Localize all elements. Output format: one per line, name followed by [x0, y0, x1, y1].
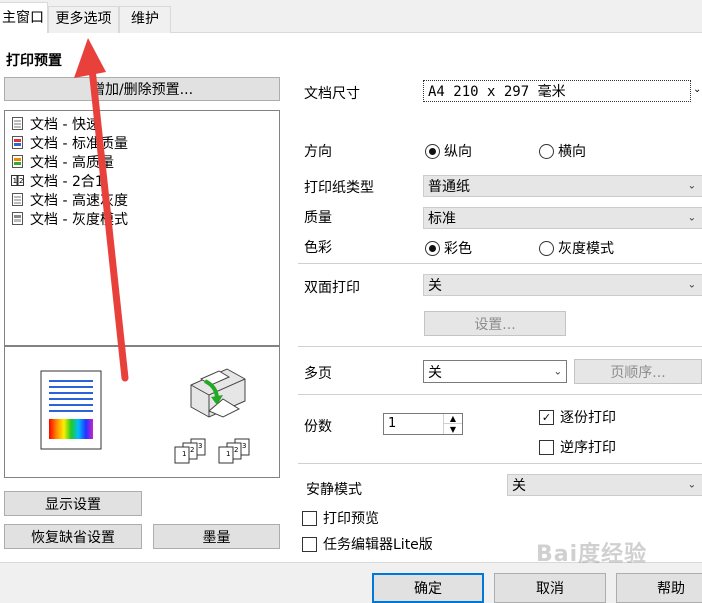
divider	[298, 346, 702, 347]
quality-select[interactable]: 标准 ⌄	[423, 207, 702, 229]
chevron-down-icon: ⌄	[687, 180, 696, 192]
chevron-up-icon[interactable]: ▲	[444, 414, 462, 424]
multipage-label: 多页	[304, 366, 332, 382]
quiet-mode-label: 安静模式	[306, 482, 362, 498]
multipage-select[interactable]: 关 ⌄	[423, 360, 567, 383]
chevron-down-icon: ⌄	[687, 279, 696, 291]
page-order-button[interactable]: 页顺序...	[574, 359, 702, 384]
page-order-icon: 3 2 1	[174, 438, 206, 464]
svg-text:1: 1	[13, 177, 17, 185]
svg-text:2: 2	[19, 177, 23, 185]
svg-text:1: 1	[182, 450, 186, 458]
select-value: 关	[512, 478, 526, 494]
divider	[298, 263, 702, 264]
printer-icon	[190, 368, 246, 418]
restore-defaults-button[interactable]: 恢复缺省设置	[4, 524, 142, 549]
collate-checkbox[interactable]: ✓ 逐份打印	[539, 407, 616, 427]
chevron-down-icon: ⌄	[687, 479, 696, 491]
color-color-radio[interactable]: 彩色	[425, 238, 472, 258]
radio-label: 灰度模式	[558, 241, 614, 257]
copies-value: 1	[388, 416, 397, 431]
copies-stepper[interactable]: 1 ▲ ▼	[383, 413, 463, 435]
red-arrow-annotation-icon	[74, 38, 129, 382]
color-gray-radio[interactable]: 灰度模式	[539, 238, 614, 258]
preset-list[interactable]: 文档 - 快速 文档 - 标准质量 文档 - 高质量 12 文档 - 2合1 文…	[4, 110, 280, 346]
select-value: 标准	[428, 211, 456, 227]
doc-size-select[interactable]: A4 210 x 297 毫米	[423, 80, 691, 102]
checkbox-label: 逆序打印	[560, 440, 616, 456]
svg-text:1: 1	[226, 450, 230, 458]
chevron-down-icon: ⌄	[687, 212, 696, 224]
document-icon	[11, 117, 24, 131]
checkbox-label: 任务编辑器Lite版	[323, 537, 433, 553]
collate-order-icon: 3 2 1	[218, 438, 250, 464]
svg-text:2: 2	[190, 446, 194, 454]
divider	[298, 394, 702, 395]
document-color-icon	[11, 136, 24, 150]
help-button[interactable]: 帮助	[616, 573, 702, 603]
checkbox-label: 打印预览	[323, 511, 379, 527]
ink-levels-button[interactable]: 墨量	[153, 524, 280, 549]
radio-label: 彩色	[444, 241, 472, 257]
orientation-label: 方向	[304, 144, 332, 160]
document-color-icon	[11, 155, 24, 169]
duplex-settings-button[interactable]: 设置...	[424, 311, 566, 336]
chevron-down-icon: ⌄	[693, 84, 702, 95]
chevron-down-icon[interactable]: ▼	[444, 424, 462, 434]
presets-title: 打印预置	[6, 53, 62, 69]
show-settings-button[interactable]: 显示设置	[4, 491, 142, 516]
svg-text:3: 3	[242, 442, 246, 450]
divider	[298, 463, 702, 464]
checkbox-empty-icon	[302, 510, 317, 526]
paper-type-select[interactable]: 普通纸 ⌄	[423, 175, 702, 197]
cancel-button[interactable]: 取消	[494, 573, 606, 603]
duplex-label: 双面打印	[304, 280, 360, 296]
select-value: 关	[428, 364, 442, 381]
copies-label: 份数	[304, 419, 332, 435]
doc-size-label: 文档尺寸	[304, 86, 360, 102]
paper-type-label: 打印纸类型	[304, 180, 374, 196]
baidu-watermark: Bai度经验	[536, 542, 648, 567]
tab-maintenance[interactable]: 维护	[119, 6, 171, 33]
duplex-select[interactable]: 关 ⌄	[423, 274, 702, 296]
chevron-down-icon: ⌄	[553, 366, 562, 377]
quiet-mode-select[interactable]: 关 ⌄	[507, 474, 702, 496]
tab-bar: 主窗口 更多选项 维护	[0, 0, 702, 34]
radio-label: 横向	[558, 144, 586, 160]
job-editor-checkbox[interactable]: 任务编辑器Lite版	[302, 534, 433, 554]
radio-label: 纵向	[444, 144, 472, 160]
tab-main-window[interactable]: 主窗口	[0, 2, 48, 34]
radio-unselected-icon	[539, 240, 554, 256]
select-value: 关	[428, 278, 442, 294]
orientation-landscape-radio[interactable]: 横向	[539, 141, 586, 161]
radio-selected-icon	[425, 240, 440, 256]
ok-button[interactable]: 确定	[372, 573, 484, 603]
print-preview-area: 3 2 1 3 2 1	[4, 346, 280, 478]
add-delete-preset-button[interactable]: 增加/删除预置...	[4, 77, 280, 101]
radio-unselected-icon	[539, 143, 554, 159]
checkmark-icon: ✓	[539, 409, 554, 425]
select-value: 普通纸	[428, 179, 470, 195]
checkbox-empty-icon	[302, 536, 317, 552]
document-icon	[11, 193, 24, 207]
checkbox-empty-icon	[539, 439, 554, 455]
svg-text:3: 3	[198, 442, 202, 450]
print-preview-checkbox[interactable]: 打印预览	[302, 508, 379, 528]
checkbox-label: 逐份打印	[560, 410, 616, 426]
two-in-one-icon: 12	[11, 174, 24, 188]
svg-text:2: 2	[234, 446, 238, 454]
color-label: 色彩	[304, 240, 332, 256]
quality-label: 质量	[304, 210, 332, 226]
tab-more-options[interactable]: 更多选项	[48, 6, 119, 33]
radio-selected-icon	[425, 143, 440, 159]
orientation-portrait-radio[interactable]: 纵向	[425, 141, 472, 161]
document-gray-icon	[11, 212, 24, 226]
reverse-order-checkbox[interactable]: 逆序打印	[539, 437, 616, 457]
